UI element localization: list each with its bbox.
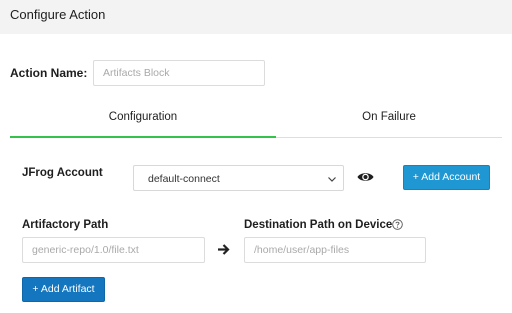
jfrog-account-select[interactable]: default-connect: [133, 165, 344, 191]
chevron-down-icon: [328, 177, 336, 182]
add-artifact-button[interactable]: + Add Artifact: [22, 277, 105, 302]
active-tab-indicator: [10, 136, 276, 138]
dialog-header: Configure Action: [0, 0, 512, 34]
help-icon[interactable]: [392, 219, 403, 230]
dialog-title: Configure Action: [10, 7, 106, 22]
jfrog-account-label: JFrog Account: [22, 167, 103, 179]
eye-icon[interactable]: [357, 171, 374, 183]
jfrog-account-selected-value: default-connect: [148, 173, 220, 185]
action-name-input[interactable]: [93, 60, 265, 86]
destination-path-input[interactable]: [244, 237, 426, 263]
tab-on-failure[interactable]: On Failure: [276, 111, 502, 138]
add-account-button[interactable]: + Add Account: [403, 165, 490, 190]
action-name-label: Action Name:: [10, 66, 88, 80]
arrow-right-icon: [218, 244, 230, 255]
artifactory-path-label: Artifactory Path: [22, 219, 109, 231]
destination-path-label: Destination Path on Device: [244, 219, 393, 231]
artifactory-path-input[interactable]: [22, 237, 205, 263]
tab-configuration[interactable]: Configuration: [10, 111, 276, 138]
